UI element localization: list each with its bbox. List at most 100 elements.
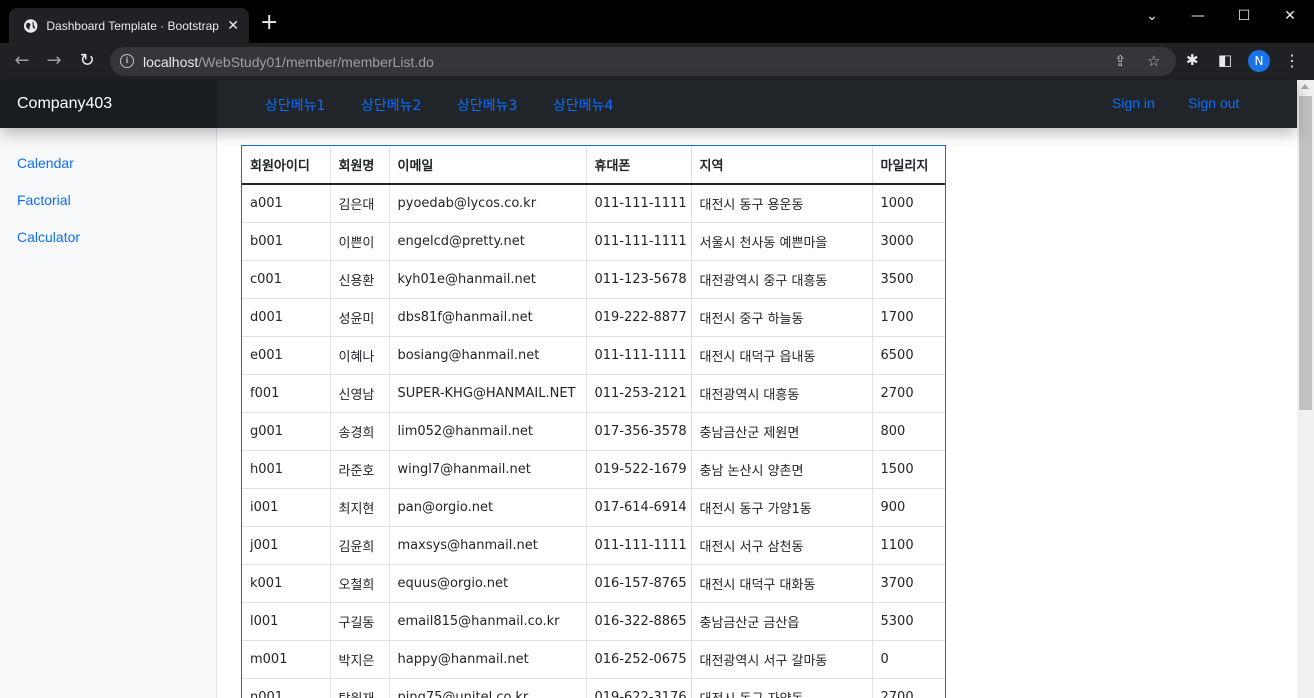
table-cell: f001 [242,373,331,413]
table-cell: c001 [242,259,331,299]
table-body: a001 김은대 pyoedab@lycos.co.kr 011-111-1111 대전… [242,183,945,698]
scrollbar-thumb[interactable] [1299,96,1312,410]
table-cell: 017-356-3578 [585,411,692,451]
forward-arrow-icon[interactable]: → [44,51,64,71]
brand-logo[interactable]: Company403 [0,80,217,128]
table-row: n001탁원재ping75@unitel.co.kr019-622-3176대전… [242,677,945,698]
table-cell: 016-322-8865 [585,601,692,641]
table-cell: 011-111-1111 [585,335,692,375]
bookmark-star-icon[interactable]: ☆ [1147,52,1160,70]
column-header: 회원아이디 [242,146,331,185]
table-cell: 011-253-2121 [585,373,692,413]
table-cell: 대전광역시 중구 대흥동 [690,259,873,299]
column-header: 지역 [690,146,873,185]
table-cell: 대전광역시 대흥동 [690,373,873,413]
table-cell: 성윤미 [329,297,390,337]
back-arrow-icon[interactable]: ← [12,51,32,71]
table-cell: 2700 [871,373,945,413]
sidebar-item-calculator[interactable]: Calculator [17,229,80,245]
extensions-puzzle-icon[interactable]: ✱ [1186,51,1199,69]
sidebar-item-factorial[interactable]: Factorial [17,192,71,208]
table-cell: 대전시 서구 삼천동 [690,525,873,565]
table-cell: b001 [242,221,331,261]
table-row: d001 성윤미 dbs81f@hanmail.net 019-222-8877 대전시… [242,297,945,337]
table-cell: 016-252-0675 [585,639,692,679]
top-menu-4[interactable]: 상단메뉴4 [553,95,613,115]
table-cell: maxsys@hanmail.net [388,525,587,565]
table-cell: kyh01e@hanmail.net [388,259,587,299]
top-menu-2[interactable]: 상단메뉴2 [361,95,421,115]
table-cell: 이혜나 [329,335,390,375]
table-row: a001 김은대 pyoedab@lycos.co.kr 011-111-1111 대전… [242,183,945,223]
table-cell: 대전시 동구 자양동 [690,677,873,698]
column-header: 마일리지 [871,146,945,185]
info-icon[interactable]: i [120,54,134,68]
profile-avatar[interactable]: N [1248,50,1270,72]
table-cell: 900 [871,487,945,527]
column-header: 회원명 [329,146,390,185]
top-menu-1[interactable]: 상단메뉴1 [265,95,325,115]
table-cell: 1700 [871,297,945,337]
table-cell: 011-123-5678 [585,259,692,299]
close-window-icon[interactable]: ✕ [1276,6,1304,26]
table-cell: dbs81f@hanmail.net [388,297,587,337]
table-cell: pyoedab@lycos.co.kr [388,183,587,223]
table-cell: 김윤희 [329,525,390,565]
sign-in-link[interactable]: Sign in [1112,95,1155,111]
side-panel-icon[interactable]: ◧ [1218,51,1232,69]
table-cell: email815@hanmail.co.kr [388,601,587,641]
table-cell: k001 [242,563,331,603]
table-cell: e001 [242,335,331,375]
table-cell: 017-614-6914 [585,487,692,527]
table-cell: 구길동 [329,601,390,641]
table-cell: 6500 [871,335,945,375]
table-cell: l001 [242,601,331,641]
sign-out-link[interactable]: Sign out [1188,95,1239,111]
maximize-icon[interactable]: ☐ [1230,6,1258,26]
more-menu-icon[interactable]: ⋮ [1284,51,1300,70]
globe-icon [23,18,38,33]
scroll-up-arrow-icon[interactable] [1301,84,1309,89]
table-cell: lim052@hanmail.net [388,411,587,451]
table-cell: 1000 [871,183,945,223]
table-row: h001 라준호 wingl7@hanmail.net 019-522-1679 충남 … [242,449,945,489]
table-cell: 1100 [871,525,945,565]
table-cell: 신영남 [329,373,390,413]
table-row: g001 송경희 lim052@hanmail.net 017-356-3578 충남금… [242,411,945,451]
tab-close-icon[interactable]: ✕ [227,19,239,33]
table-cell: 대전시 동구 가양1동 [690,487,873,527]
member-table: 회원아이디 회원명 이메일 휴대폰 지역 마일리지 a001 김은대 pyoedab@lyco… [242,146,945,698]
table-cell: 800 [871,411,945,451]
table-cell: i001 [242,487,331,527]
table-row: l001 구길동 email815@hanmail.co.kr 016-322-886… [242,601,945,641]
table-cell: 016-157-8765 [585,563,692,603]
column-header: 이메일 [388,146,587,185]
minimize-icon[interactable]: — [1184,6,1212,26]
chevron-down-icon[interactable]: ⌄ [1138,6,1166,26]
browser-tab[interactable]: Dashboard Template · Bootstrap ✕ [9,8,249,43]
table-cell: 송경희 [329,411,390,451]
table-row: f001 신영남 SUPER-KHG@HANMAIL.NET 011-253-2121… [242,373,945,413]
table-cell: 011-111-1111 [585,525,692,565]
reload-icon[interactable]: ↻ [77,51,97,71]
address-bar[interactable]: i localhost/WebStudy01/member/memberList… [110,47,1176,76]
table-cell: 3500 [871,259,945,299]
table-cell: h001 [242,449,331,489]
top-navbar: Company403 상단메뉴1 상단메뉴2 상단메뉴3 상단메뉴4 Sign … [0,80,1297,128]
table-cell: 1500 [871,449,945,489]
share-icon[interactable]: ⇪ [1114,52,1127,70]
sidebar-item-calendar[interactable]: Calendar [17,155,74,171]
table-cell: ping75@unitel.co.kr [388,677,587,698]
page-scrollbar[interactable] [1297,80,1314,698]
tab-title: Dashboard Template · Bootstrap [46,18,219,33]
top-menu-3[interactable]: 상단메뉴3 [457,95,517,115]
member-table-container: 회원아이디 회원명 이메일 휴대폰 지역 마일리지 a001 김은대 pyoedab@lyco… [241,145,946,698]
table-cell: 충남금산군 금산읍 [690,601,873,641]
table-row: c001 신용환 kyh01e@hanmail.net 011-123-5678 대전광… [242,259,945,299]
table-cell: 서울시 천사동 예쁜마을 [690,221,873,261]
table-cell: 충남금산군 제원면 [690,411,873,451]
table-cell: 최지현 [329,487,390,527]
new-tab-button[interactable]: + [260,12,278,34]
table-cell: 이쁜이 [329,221,390,261]
table-cell: 011-111-1111 [585,221,692,261]
